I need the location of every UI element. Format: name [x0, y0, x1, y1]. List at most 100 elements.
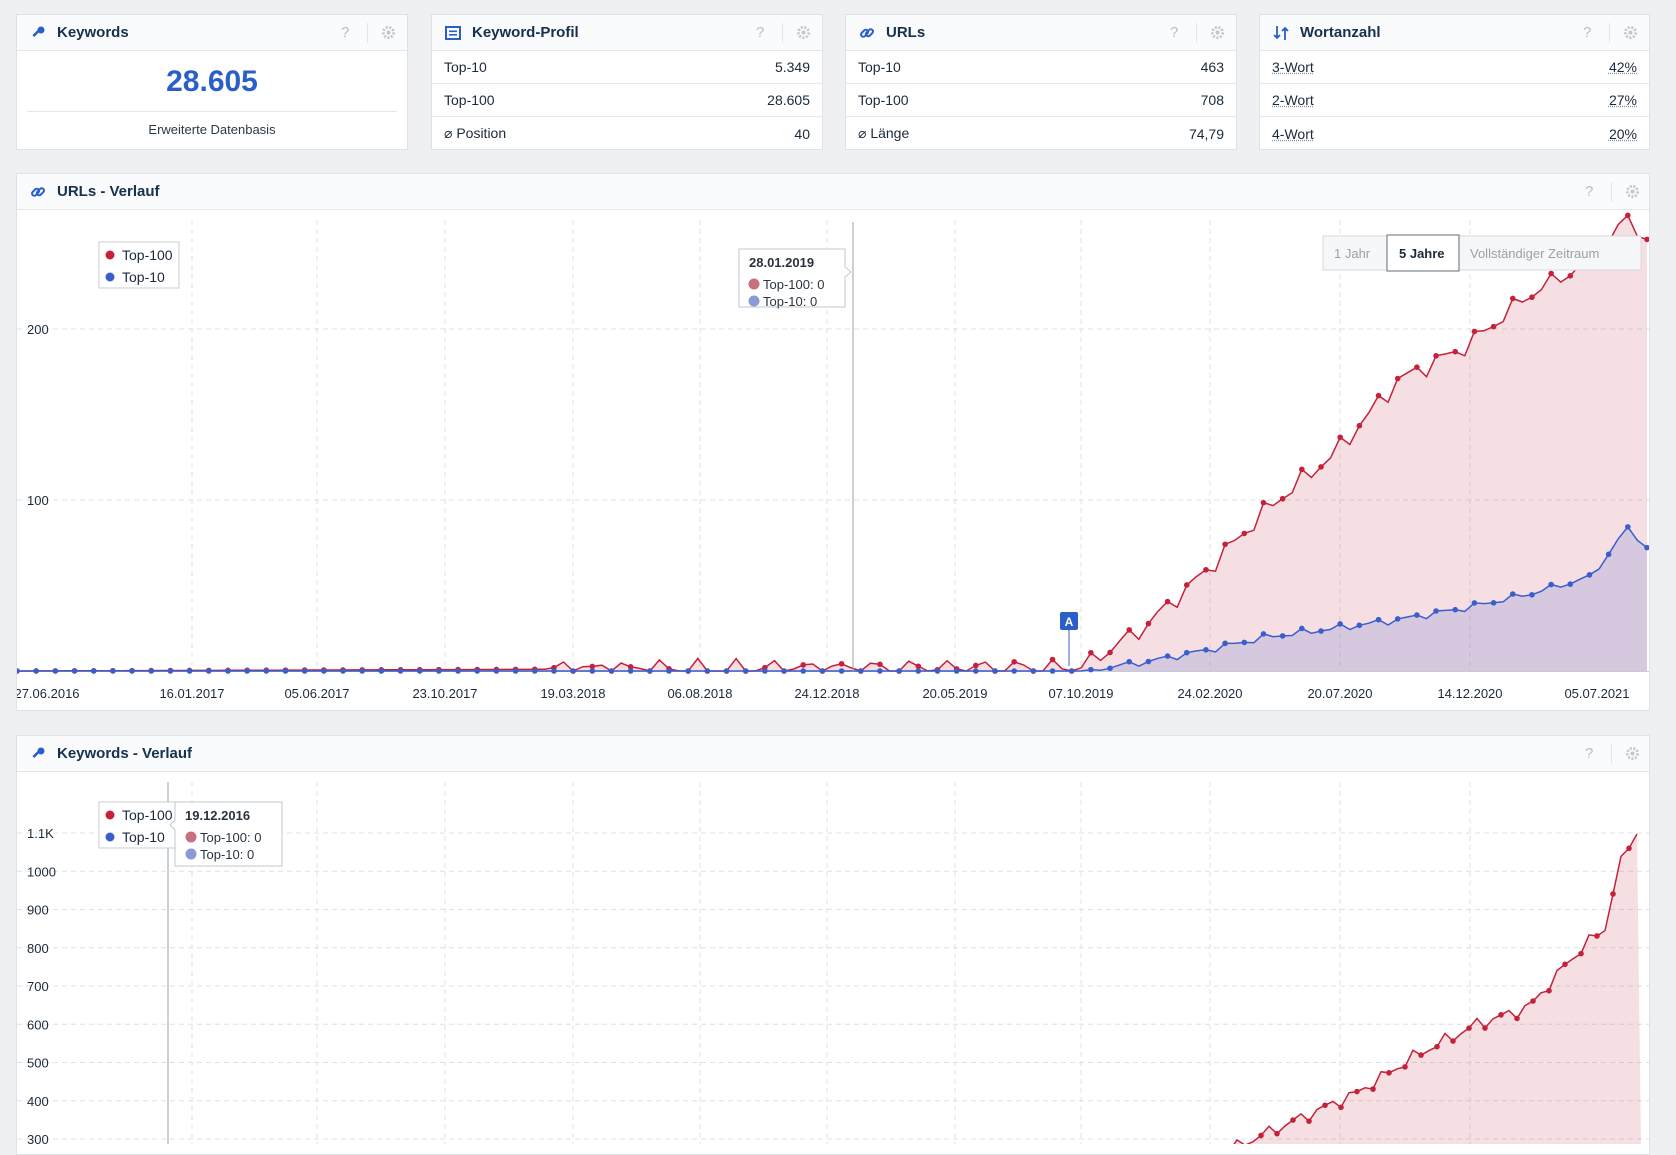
data-point — [1222, 640, 1228, 647]
data-point — [723, 668, 730, 674]
tooltip: 19.12.2016 Top-100: 0 Top-10: 0 — [169, 801, 283, 867]
x-tick-label: 14.12.2020 — [1437, 686, 1502, 701]
data-point — [1337, 621, 1343, 627]
data-point — [1509, 591, 1516, 597]
x-tick-label: 19.03.2018 — [540, 686, 605, 701]
x-tick-label: 20.05.2019 — [922, 686, 987, 701]
data-point — [321, 668, 327, 674]
x-tick-label: 05.07.2021 — [1564, 686, 1629, 701]
table-row[interactable]: 3-Wort 42% — [1260, 51, 1649, 84]
key-icon — [27, 746, 49, 762]
list-icon — [442, 25, 464, 41]
data-point — [934, 668, 941, 674]
urls-chart[interactable]: 100 200 27.06.2016 16.01.2017 05.06.2017 23.1… — [17, 210, 1649, 710]
data-point — [52, 668, 59, 674]
keyword-profile-widget: Keyword-Profil ? Top-10 5.349 Top-100 28.6… — [431, 14, 823, 150]
data-point — [570, 668, 576, 674]
data-point — [608, 668, 615, 674]
data-point — [1203, 566, 1209, 573]
data-point — [1452, 348, 1459, 355]
legend-item-top10[interactable]: Top-10 — [122, 829, 165, 845]
keywords-chart[interactable]: 300 400 500 600 700 800 900 1000 1.1K Top-100 To… — [17, 772, 1649, 1144]
help-icon[interactable]: ? — [1170, 24, 1178, 41]
gear-icon[interactable] — [1623, 25, 1638, 45]
data-point — [17, 668, 20, 674]
data-point — [742, 668, 749, 674]
x-tick-label: 20.07.2020 — [1307, 686, 1372, 701]
data-point — [1107, 665, 1113, 672]
y-tick-label: 100 — [27, 493, 49, 508]
table-row[interactable]: Top-10 5.349 — [432, 51, 822, 84]
data-point — [1562, 961, 1568, 968]
table-row[interactable]: ⌀ Länge 74,79 — [846, 117, 1236, 150]
data-point — [1625, 524, 1631, 530]
range-button-full[interactable]: Vollständiger Zeitraum — [1470, 246, 1599, 261]
data-point — [474, 668, 481, 674]
data-point — [436, 668, 442, 674]
gear-icon[interactable] — [1625, 184, 1640, 204]
data-point — [1394, 616, 1401, 622]
data-point — [973, 662, 979, 669]
legend-item-top100[interactable]: Top-100 — [122, 247, 173, 263]
help-icon[interactable]: ? — [1585, 745, 1593, 762]
link-icon — [856, 25, 878, 41]
gear-icon[interactable] — [1625, 746, 1640, 766]
urls-widget: URLs ? Top-10 463 Top-100 708 ⌀ Länge 74,79 — [845, 14, 1237, 150]
data-point — [493, 668, 500, 674]
data-point — [819, 668, 826, 674]
data-point — [1529, 294, 1535, 301]
data-point — [1375, 616, 1382, 623]
data-point — [877, 661, 883, 668]
data-point — [953, 668, 960, 674]
data-point — [838, 660, 845, 667]
table-row[interactable]: Top-10 463 — [846, 51, 1236, 84]
y-tick-label: 1000 — [27, 864, 56, 879]
table-row[interactable]: ⌀ Position 40 — [432, 117, 822, 150]
legend-item-top100[interactable]: Top-100 — [122, 807, 173, 823]
annotation-label: A — [1065, 615, 1074, 629]
data-point — [378, 668, 385, 674]
data-point — [186, 668, 193, 674]
data-point — [1241, 639, 1248, 646]
data-point — [1529, 591, 1535, 598]
data-point — [685, 668, 691, 674]
gear-icon[interactable] — [381, 25, 396, 45]
legend-item-top10[interactable]: Top-10 — [122, 269, 165, 285]
data-point — [1011, 659, 1017, 665]
table-row[interactable]: 2-Wort 27% — [1260, 84, 1649, 117]
data-point — [244, 668, 250, 674]
help-icon[interactable]: ? — [1583, 24, 1591, 41]
data-point — [1322, 1102, 1328, 1109]
gear-icon[interactable] — [796, 25, 811, 45]
data-point — [762, 668, 768, 674]
help-icon[interactable]: ? — [756, 24, 764, 41]
legend: Top-100 Top-10 — [98, 801, 180, 849]
table-row[interactable]: Top-100 708 — [846, 84, 1236, 117]
x-tick-label: 24.02.2020 — [1177, 686, 1242, 701]
data-point — [1414, 612, 1420, 618]
data-point — [110, 668, 116, 674]
keywords-subtitle: Erweiterte Datenbasis — [27, 111, 397, 137]
annotation-flag[interactable]: A — [1060, 612, 1078, 666]
y-tick-label: 200 — [27, 322, 49, 337]
data-point — [263, 668, 270, 674]
tooltip-top100: Top-100: 0 — [763, 277, 824, 292]
data-point — [1049, 668, 1056, 674]
data-point — [1274, 1130, 1280, 1137]
table-row[interactable]: 4-Wort 20% — [1260, 117, 1649, 150]
range-button-1-jahr[interactable]: 1 Jahr — [1334, 246, 1371, 261]
data-point — [1414, 364, 1420, 370]
help-icon[interactable]: ? — [1585, 183, 1593, 200]
help-icon[interactable]: ? — [341, 24, 349, 41]
data-point — [1183, 649, 1190, 656]
urls-chart-panel: URLs - Verlauf ? 100 200 27.06.2016 16.01.2… — [16, 173, 1650, 711]
gear-icon[interactable] — [1210, 25, 1225, 45]
range-button-5-jahre[interactable]: 5 Jahre — [1399, 246, 1445, 261]
data-point — [1260, 499, 1267, 506]
data-point — [1299, 625, 1305, 632]
data-point — [781, 668, 787, 674]
data-point — [704, 668, 711, 674]
data-point — [1011, 668, 1017, 674]
table-row[interactable]: Top-100 28.605 — [432, 84, 822, 117]
data-point — [1490, 323, 1497, 330]
